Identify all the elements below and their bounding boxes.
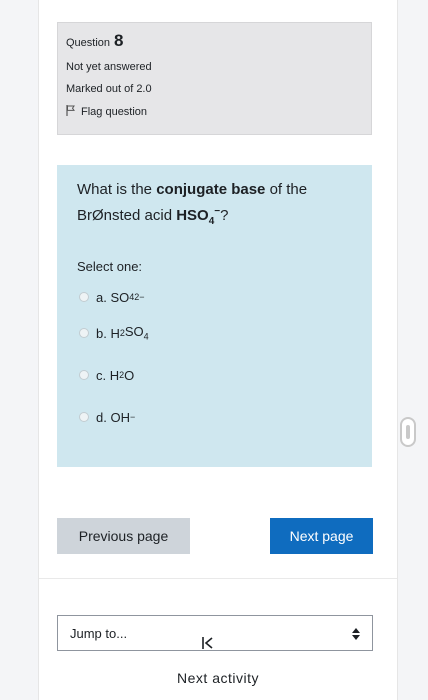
question-number: Question 8 <box>66 31 363 51</box>
question-formula: HSO4− <box>176 206 220 227</box>
question-number-value: 8 <box>114 31 124 50</box>
divider <box>39 578 397 579</box>
option-formula-tail: SO4 <box>124 324 149 342</box>
next-page-button[interactable]: Next page <box>270 518 373 554</box>
question-text: What is the conjugate base of the BrØnst… <box>77 179 352 233</box>
question-text-end: ? <box>220 207 229 224</box>
question-content: What is the conjugate base of the BrØnst… <box>57 165 372 467</box>
option-formula-main: H <box>109 367 120 383</box>
answer-options: a. SO 4 2− b. H 2 SO4 c. H2O d. OH − <box>77 282 352 438</box>
next-activity-link[interactable]: Next activity <box>39 670 397 686</box>
option-letter: b. <box>96 325 107 341</box>
option-formula-tail: O <box>124 367 135 383</box>
option-formula-sup: 2− <box>134 292 145 302</box>
jump-to-label: Jump to... <box>70 625 128 641</box>
radio-button[interactable] <box>79 370 89 380</box>
option-letter: c. <box>96 367 107 383</box>
scroll-handle-icon[interactable] <box>400 417 416 447</box>
radio-button[interactable] <box>79 292 89 302</box>
option-b[interactable]: b. H 2 SO4 <box>77 312 352 354</box>
previous-activity-icon[interactable] <box>201 636 215 650</box>
flag-icon <box>66 105 76 119</box>
question-text-part: What is the <box>77 181 157 198</box>
radio-button[interactable] <box>79 412 89 422</box>
option-formula-sup: − <box>129 412 136 422</box>
option-formula-main: SO <box>110 289 130 305</box>
question-info-panel: Question 8 Not yet answered Marked out o… <box>57 22 372 135</box>
option-formula-main: OH <box>110 409 130 425</box>
flag-question-label: Flag question <box>81 106 148 118</box>
question-label: Question <box>66 37 111 49</box>
answer-status: Not yet answered <box>66 61 152 73</box>
marks-info: Marked out of 2.0 <box>66 83 152 95</box>
jump-to-select[interactable]: Jump to... <box>57 615 373 651</box>
option-d[interactable]: d. OH − <box>77 396 352 438</box>
formula-main: HSO <box>176 207 209 224</box>
option-letter: d. <box>96 409 107 425</box>
option-letter: a. <box>96 289 107 305</box>
question-text-bold: conjugate base <box>156 181 266 198</box>
option-c[interactable]: c. H2O <box>77 354 352 396</box>
radio-button[interactable] <box>79 328 89 338</box>
select-arrows-icon <box>352 628 360 640</box>
formula-sub: 4 <box>208 216 215 227</box>
flag-question-link[interactable]: Flag question <box>66 105 363 119</box>
quiz-page: Question 8 Not yet answered Marked out o… <box>38 0 398 700</box>
option-formula-main: H <box>110 325 120 341</box>
option-a[interactable]: a. SO 4 2− <box>77 282 352 312</box>
select-one-label: Select one: <box>77 259 143 274</box>
previous-page-button[interactable]: Previous page <box>57 518 190 554</box>
